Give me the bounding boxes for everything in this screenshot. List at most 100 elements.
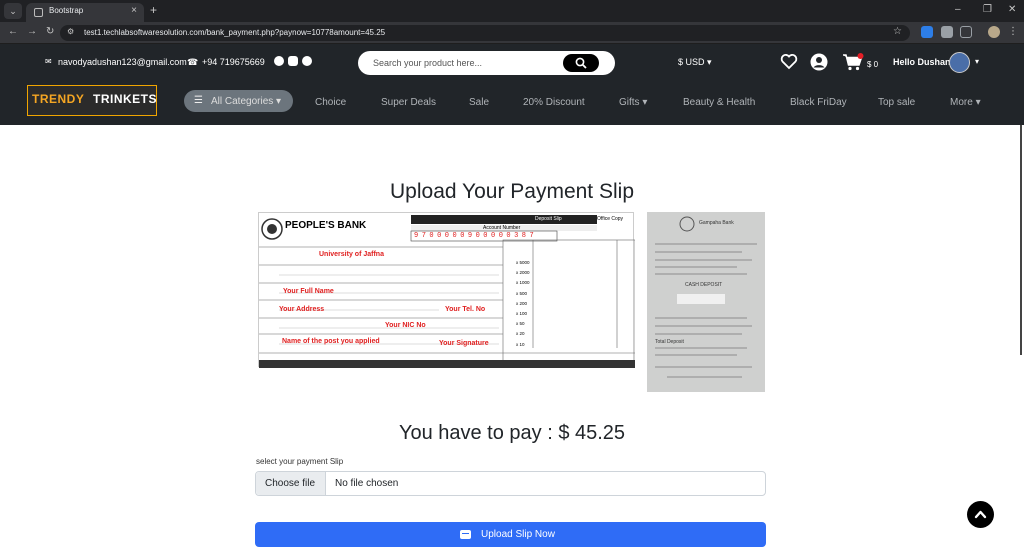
file-input-label: select your payment Slip <box>256 457 344 466</box>
user-greeting[interactable]: Hello Dushan <box>893 57 951 67</box>
slip-signature: Your Signature <box>439 340 489 347</box>
tab-title: Bootstrap <box>49 6 84 15</box>
tab-search-icon[interactable]: ⌄ <box>4 3 22 19</box>
site-topbar: ✉ navodyadushan123@gmail.com ☎ +94 71967… <box>0 44 1024 82</box>
restore-icon[interactable]: ❐ <box>983 4 992 15</box>
nav-link-sale[interactable]: Sale <box>469 97 489 108</box>
slip-address: Your Address <box>279 306 325 313</box>
denomination: x 200 <box>516 300 528 306</box>
mail-icon: ✉ <box>45 57 52 66</box>
facebook-icon[interactable] <box>274 56 284 66</box>
nav-link-top-sale[interactable]: Top sale <box>878 97 915 108</box>
scroll-to-top-button[interactable] <box>967 501 994 528</box>
wishlist-heart-icon[interactable] <box>780 53 798 70</box>
card-icon <box>460 530 471 539</box>
receipt-bank-name: Gampaha Bank <box>699 220 734 226</box>
account-user-icon[interactable] <box>810 53 828 71</box>
menu-icon: ☰ <box>194 95 203 106</box>
gifts-label: Gifts <box>619 97 640 108</box>
slip-bank-name: PEOPLE'S BANK <box>285 220 367 231</box>
file-input[interactable]: Choose file No file chosen <box>255 471 766 496</box>
site-info-icon[interactable]: ⚙ <box>67 27 74 36</box>
page-title: Upload Your Payment Slip <box>390 180 634 203</box>
search-button[interactable] <box>563 54 599 72</box>
denomination: x 10 <box>516 341 525 347</box>
minimize-icon[interactable]: – <box>955 4 961 15</box>
nav-link-more[interactable]: More ▾ <box>950 97 981 108</box>
nav-link-choice[interactable]: Choice <box>315 97 346 108</box>
address-bar[interactable]: ⚙ test1.techlabsoftwaresolution.com/bank… <box>60 25 910 41</box>
choose-file-label: Choose file <box>265 478 316 489</box>
slip-full-name: Your Full Name <box>283 288 334 295</box>
more-label: More <box>950 97 973 108</box>
menu-kebab-icon[interactable]: ⋮ <box>1008 26 1018 38</box>
new-tab-icon[interactable]: + <box>150 3 157 17</box>
window-close-icon[interactable]: ✕ <box>1008 4 1016 15</box>
denomination: x 100 <box>516 311 528 317</box>
logo-part2: TRINKETS <box>93 92 157 106</box>
extensions-puzzle-icon[interactable] <box>960 26 972 38</box>
nav-link-beauty-health[interactable]: Beauty & Health <box>683 97 755 108</box>
chevron-up-icon <box>974 510 987 519</box>
favicon-icon <box>34 8 43 17</box>
email-text: navodyadushan123@gmail.com <box>58 57 187 67</box>
slip-denominations: x 5000 x 2000 x 1000 x 500 x 200 x 100 x… <box>516 258 530 350</box>
browser-tab[interactable]: Bootstrap × <box>26 3 144 22</box>
deposit-slip-image: PEOPLE'S BANK Deposit Slip Office Copy A… <box>258 212 635 368</box>
slip-account-label: Account Number <box>483 225 521 231</box>
denomination: x 5000 <box>516 260 530 265</box>
phone-icon: ☎ <box>187 57 199 67</box>
nav-link-discount[interactable]: 20% Discount <box>523 97 585 108</box>
denomination: x 20 <box>516 331 525 337</box>
profile-avatar[interactable] <box>988 26 1000 38</box>
denomination: x 1000 <box>516 280 530 286</box>
amount-to-pay: You have to pay : $ 45.25 <box>398 422 626 444</box>
user-avatar[interactable] <box>949 52 970 73</box>
slip-type: Deposit Slip <box>535 216 562 222</box>
instagram-icon[interactable] <box>288 56 298 66</box>
all-categories-button[interactable]: ☰ All Categories ▾ <box>184 90 293 112</box>
choose-file-button[interactable]: Choose file <box>256 472 326 495</box>
nav-link-black-friday[interactable]: Black FriDay <box>790 97 847 108</box>
reload-icon[interactable]: ↻ <box>46 26 54 37</box>
receipt-total-label: Total Deposit <box>655 339 684 345</box>
scrollbar[interactable] <box>1020 125 1022 355</box>
currency-label: $ USD <box>678 57 705 67</box>
cart-icon[interactable] <box>842 53 864 71</box>
file-status: No file chosen <box>335 478 399 489</box>
denomination: x 2000 <box>516 270 530 276</box>
categories-label: All Categories <box>211 96 274 107</box>
denomination: x 50 <box>516 321 525 327</box>
nav-link-super-deals[interactable]: Super Deals <box>381 97 436 108</box>
search-bar: Search your product here... <box>358 51 615 75</box>
close-icon[interactable]: × <box>131 5 137 16</box>
bookmark-star-icon[interactable]: ☆ <box>893 26 902 37</box>
slip-copy-label: Office Copy <box>597 216 624 222</box>
back-icon[interactable]: ← <box>8 26 18 37</box>
slip-nic: Your NIC No <box>385 322 426 329</box>
upload-button-label: Upload Slip Now <box>481 529 555 540</box>
receipt-deposit-label: CASH DEPOSIT <box>685 282 723 288</box>
phone-text: +94 719675669 <box>202 57 265 67</box>
url-text[interactable]: test1.techlabsoftwaresolution.com/bank_p… <box>84 28 385 37</box>
cart-amount: $ 0 <box>867 60 879 69</box>
extension-icon[interactable] <box>921 26 933 38</box>
receipt-image: Gampaha Bank CASH DEPOSIT Total Deposit <box>647 212 765 392</box>
logo-part1: TRENDY <box>32 92 85 106</box>
slip-account-holder: University of Jaffna <box>319 251 384 258</box>
search-input[interactable]: Search your product here... <box>373 58 482 68</box>
slip-account-number: 9700000900000387 <box>414 232 538 240</box>
browser-toolbar: ← → ↻ ⚙ test1.techlabsoftwaresolution.co… <box>0 22 1024 44</box>
site-logo[interactable]: TRENDY TRINKETS <box>27 85 157 116</box>
browser-tabbar: ⌄ Bootstrap × + – ❐ ✕ <box>0 0 1024 22</box>
slip-purpose: Name of the post you applied <box>282 338 380 345</box>
upload-slip-button[interactable]: Upload Slip Now <box>255 522 766 547</box>
currency-dropdown[interactable]: $ USD ▾ <box>678 57 712 68</box>
chevron-down-icon[interactable]: ▾ <box>975 57 979 66</box>
whatsapp-icon[interactable] <box>302 56 312 66</box>
camera-icon[interactable] <box>941 26 953 38</box>
search-icon <box>575 57 587 69</box>
forward-icon[interactable]: → <box>27 26 37 37</box>
slip-tel: Your Tel. No <box>445 306 486 313</box>
nav-link-gifts[interactable]: Gifts ▾ <box>619 97 647 108</box>
